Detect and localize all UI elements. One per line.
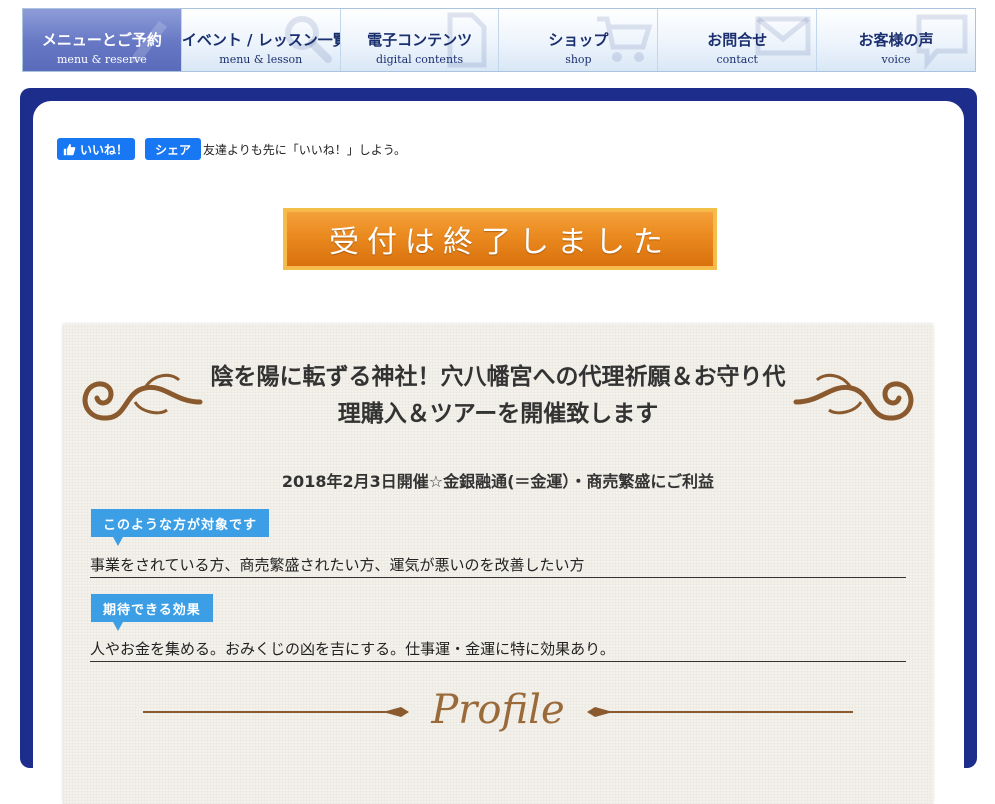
nav-menu-reserve[interactable]: メニューとご予約 menu & reserve bbox=[23, 9, 182, 71]
target-audience-tag: このような方が対象です bbox=[91, 509, 270, 546]
expected-effect-tag: 期待できる効果 bbox=[91, 594, 213, 631]
global-nav: メニューとご予約 menu & reserve イベント / レッスン一覧 me… bbox=[22, 8, 976, 72]
nav-label-jp: 電子コンテンツ bbox=[367, 31, 473, 49]
nav-label-en: digital contents bbox=[376, 53, 464, 66]
target-audience-text: 事業をされている方、商売繁盛されたい方、運気が悪いのを改善したい方 bbox=[90, 554, 906, 578]
nav-contact[interactable]: お問合せ contact bbox=[658, 9, 818, 71]
nav-label-en: voice bbox=[881, 53, 911, 66]
nav-label-en: menu & reserve bbox=[57, 53, 147, 66]
nav-label-en: shop bbox=[565, 53, 592, 66]
facebook-prompt: 友達よりも先に「いいね！」しよう。 bbox=[203, 143, 407, 157]
nav-label-jp: お問合せ bbox=[707, 31, 768, 49]
expected-effect-text: 人やお金を集める。おみくじの凶を吉にする。仕事運・金運に特に効果あり。 bbox=[90, 638, 906, 662]
flourish-right-ornament bbox=[793, 373, 914, 421]
event-title: 陰を陽に転ずる神社！穴八幡宮への代理祈願＆お守り代理購入＆ツアーを開催致します bbox=[210, 364, 786, 427]
flourish-left-ornament bbox=[82, 373, 203, 421]
event-date-subtitle: 2018年2月3日開催☆金銀融通(＝金運）・商売繁盛にご利益 bbox=[281, 472, 715, 491]
facebook-like-label: いいね！ bbox=[80, 142, 129, 157]
nav-label-en: menu & lesson bbox=[219, 53, 303, 66]
profile-heading: Profile bbox=[143, 687, 853, 733]
facebook-share-label: シェア bbox=[155, 142, 192, 157]
thumbs-up-icon bbox=[63, 143, 76, 155]
nav-label-en: contact bbox=[716, 53, 758, 66]
profile-heading-text: Profile bbox=[430, 687, 564, 733]
nav-shop[interactable]: ショップ shop bbox=[499, 9, 659, 71]
nav-digital-contents[interactable]: 電子コンテンツ digital contents bbox=[340, 9, 500, 71]
nav-label-jp: お客様の声 bbox=[858, 31, 934, 49]
nav-event-lesson[interactable]: イベント / レッスン一覧 menu & lesson bbox=[181, 9, 341, 71]
content-frame: いいね！ シェア 友達よりも先に「いいね！」しよう。 受付は終了しました 陰を陽… bbox=[20, 88, 977, 804]
registration-closed-button[interactable]: 受付は終了しました bbox=[283, 208, 717, 270]
nav-voice[interactable]: お客様の声 voice bbox=[817, 9, 975, 71]
nav-label-jp: ショップ bbox=[548, 31, 609, 49]
facebook-share-button[interactable]: シェア bbox=[145, 138, 202, 160]
content-panel: いいね！ シェア 友達よりも先に「いいね！」しよう。 受付は終了しました 陰を陽… bbox=[33, 101, 964, 804]
nav-label-jp: イベント / レッスン一覧 bbox=[181, 31, 341, 49]
facebook-like-button[interactable]: いいね！ bbox=[57, 138, 136, 160]
event-card: 陰を陽に転ずる神社！穴八幡宮への代理祈願＆お守り代理購入＆ツアーを開催致します … bbox=[63, 324, 933, 804]
nav-label-jp: メニューとご予約 bbox=[41, 31, 162, 49]
